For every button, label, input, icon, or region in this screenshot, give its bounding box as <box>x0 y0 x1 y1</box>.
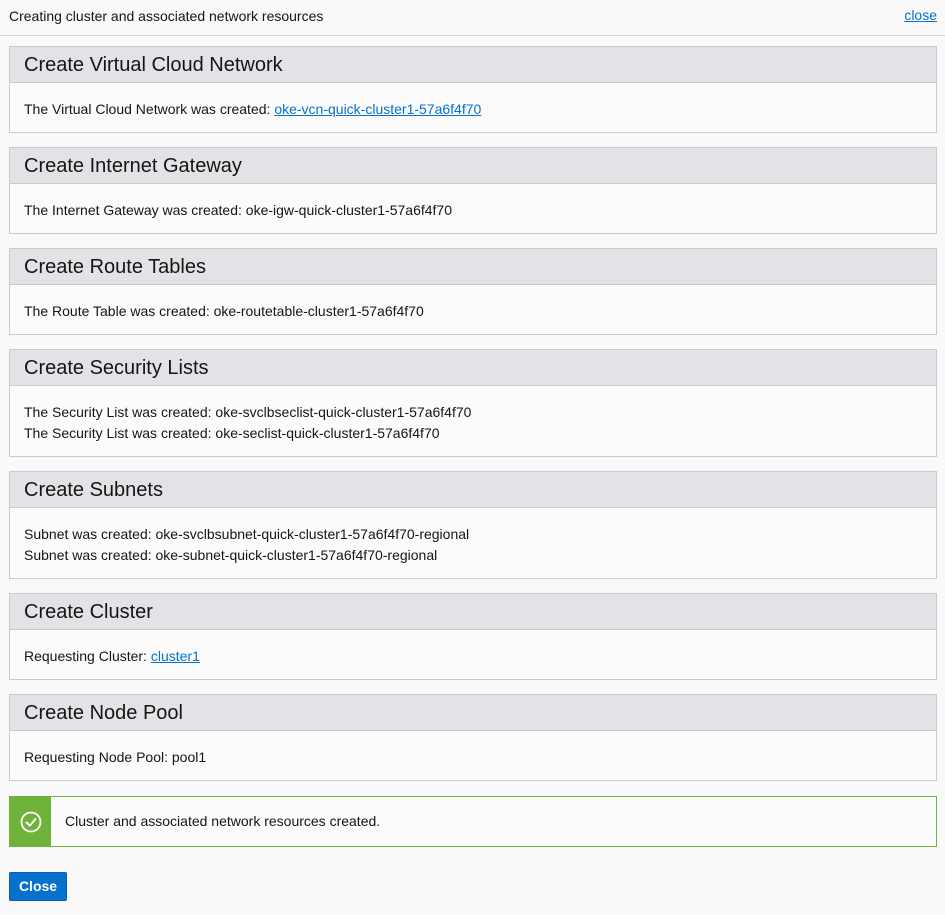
section-create-subnets: Create Subnets Subnet was created: oke-s… <box>9 471 937 579</box>
section-body: The Security List was created: oke-svclb… <box>10 386 936 444</box>
status-line: The Virtual Cloud Network was created: o… <box>24 101 482 117</box>
section-heading: Create Security Lists <box>10 350 936 386</box>
section-create-cluster: Create Cluster Requesting Cluster: clust… <box>9 593 937 680</box>
section-body: Requesting Cluster: cluster1 <box>10 630 936 667</box>
section-heading: Create Virtual Cloud Network <box>10 47 936 83</box>
section-heading: Create Internet Gateway <box>10 148 936 184</box>
section-heading: Create Node Pool <box>10 695 936 731</box>
section-body: The Virtual Cloud Network was created: o… <box>10 83 936 120</box>
section-create-node-pool: Create Node Pool Requesting Node Pool: p… <box>9 694 937 781</box>
section-create-vcn: Create Virtual Cloud Network The Virtual… <box>9 46 937 133</box>
status-line: Subnet was created: oke-subnet-quick-clu… <box>24 547 438 563</box>
section-body: Subnet was created: oke-svclbsubnet-quic… <box>10 508 936 566</box>
section-create-route-tables: Create Route Tables The Route Table was … <box>9 248 937 335</box>
section-heading: Create Subnets <box>10 472 936 508</box>
status-line: Requesting Node Pool: pool1 <box>24 749 207 765</box>
status-line: Requesting Cluster: cluster1 <box>24 648 200 664</box>
success-message: Cluster and associated network resources… <box>65 813 381 829</box>
success-banner: Cluster and associated network resources… <box>9 796 937 847</box>
section-create-internet-gateway: Create Internet Gateway The Internet Gat… <box>9 147 937 234</box>
status-line: Subnet was created: oke-svclbsubnet-quic… <box>24 526 470 542</box>
dialog-header: Creating cluster and associated network … <box>0 0 945 36</box>
close-link[interactable]: close <box>904 7 937 23</box>
section-body: Requesting Node Pool: pool1 <box>10 731 936 768</box>
check-circle-icon <box>10 797 51 846</box>
status-line: The Security List was created: oke-svclb… <box>24 404 472 420</box>
close-button[interactable]: Close <box>9 872 67 901</box>
vcn-link[interactable]: oke-vcn-quick-cluster1-57a6f4f70 <box>274 101 481 117</box>
section-heading: Create Route Tables <box>10 249 936 285</box>
section-create-security-lists: Create Security Lists The Security List … <box>9 349 937 457</box>
status-line: The Route Table was created: oke-routeta… <box>24 303 424 319</box>
section-heading: Create Cluster <box>10 594 936 630</box>
status-line: The Internet Gateway was created: oke-ig… <box>24 202 452 218</box>
section-body: The Route Table was created: oke-routeta… <box>10 285 936 322</box>
section-body: The Internet Gateway was created: oke-ig… <box>10 184 936 221</box>
status-line: The Security List was created: oke-secli… <box>24 425 440 441</box>
cluster-link[interactable]: cluster1 <box>151 648 200 664</box>
dialog-title: Creating cluster and associated network … <box>9 8 324 24</box>
